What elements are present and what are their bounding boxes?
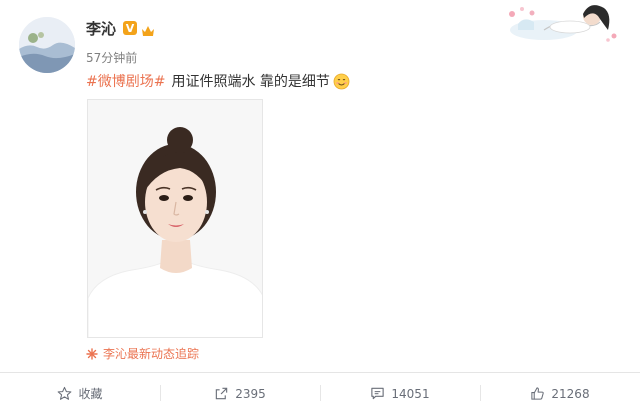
- user-avatar[interactable]: [19, 17, 75, 73]
- tracker-label[interactable]: 李沁最新动态追踪: [103, 345, 199, 362]
- header-decoration-illustration: [504, 0, 622, 44]
- topic-link[interactable]: #微博剧场#: [86, 71, 165, 91]
- comment-button[interactable]: 14051: [320, 373, 480, 414]
- smiling-face-emoji-icon: [333, 73, 350, 90]
- star-icon: [58, 386, 72, 400]
- comment-count: 14051: [391, 386, 430, 401]
- tracker-link[interactable]: 李沁最新动态追踪: [86, 345, 199, 362]
- like-count: 21268: [551, 386, 590, 401]
- post-photo[interactable]: [87, 99, 263, 338]
- post-text: 用证件照端水 靠的是细节: [171, 74, 330, 90]
- repost-count: 2395: [235, 386, 266, 401]
- like-button[interactable]: 21268: [480, 373, 640, 414]
- verified-v-icon[interactable]: V: [123, 21, 138, 35]
- favorite-label: 收藏: [78, 387, 103, 401]
- user-name[interactable]: 李沁: [86, 18, 116, 39]
- repost-icon: [216, 387, 228, 400]
- thumbs-up-icon: [531, 387, 545, 400]
- post-timestamp[interactable]: 57分钟前: [86, 49, 137, 66]
- crown-badge-icon[interactable]: [141, 22, 155, 36]
- repost-button[interactable]: 2395: [160, 373, 320, 414]
- favorite-button[interactable]: 收藏: [0, 373, 160, 414]
- user-name-row: 李沁 V: [86, 17, 155, 39]
- sparkle-icon: [86, 347, 98, 360]
- comment-icon: [371, 387, 385, 400]
- post-content: #微博剧场# 用证件照端水 靠的是细节: [86, 71, 350, 91]
- action-bar: 收藏 2395 14051 21268: [0, 373, 640, 414]
